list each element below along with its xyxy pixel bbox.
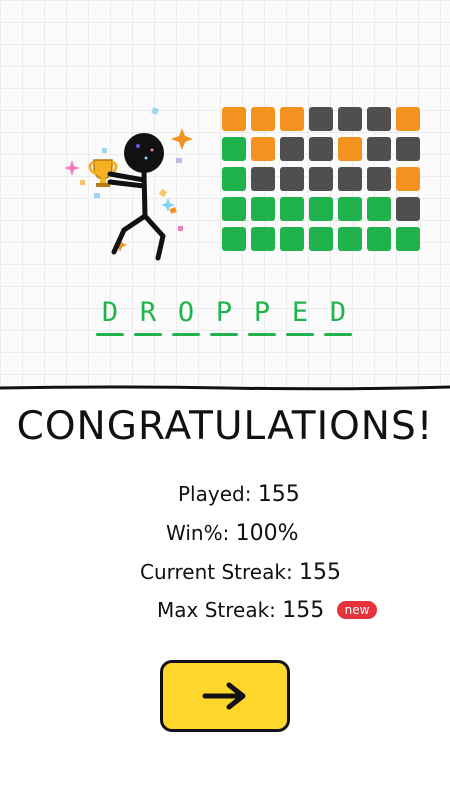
win-percent-label: Win%: — [166, 521, 230, 545]
grid-cell-orange — [338, 137, 362, 161]
grid-cell-dark — [367, 107, 391, 131]
current-streak-label: Current Streak: — [140, 560, 293, 584]
grid-cell-orange — [396, 167, 420, 191]
congratulations-title: CONGRATULATIONS! — [16, 404, 434, 449]
win-percent-stat: Win%: 100% — [166, 521, 299, 546]
grid-cell-orange — [222, 107, 246, 131]
grid-cell-dark — [309, 137, 333, 161]
answer-word: DROPPED — [96, 298, 352, 336]
answer-letter: R — [134, 298, 162, 336]
answer-letter: P — [248, 298, 276, 336]
current-streak-value: 155 — [299, 560, 342, 585]
played-label: Played: — [178, 482, 252, 506]
answer-letter: O — [172, 298, 200, 336]
grid-cell-orange — [251, 137, 275, 161]
max-streak-stat: Max Streak: 155 new — [157, 598, 378, 623]
grid-cell-dark — [251, 167, 275, 191]
grid-cell-green — [309, 197, 333, 221]
grid-cell-green — [338, 227, 362, 251]
grid-cell-dark — [367, 137, 391, 161]
grid-cell-dark — [396, 137, 420, 161]
answer-letter: D — [324, 298, 352, 336]
grid-cell-green — [396, 227, 420, 251]
arrow-right-icon — [202, 682, 246, 710]
grid-cell-green — [222, 197, 246, 221]
grid-cell-green — [280, 227, 304, 251]
current-streak-stat: Current Streak: 155 — [140, 560, 341, 585]
grid-cell-green — [367, 227, 391, 251]
played-value: 155 — [257, 482, 300, 507]
grid-cell-green — [367, 197, 391, 221]
grid-cell-dark — [280, 167, 304, 191]
grid-cell-green — [338, 197, 362, 221]
answer-letter: E — [286, 298, 314, 336]
next-button[interactable] — [160, 660, 290, 732]
game-board-area: DROPPED — [0, 0, 450, 388]
grid-cell-green — [251, 227, 275, 251]
grid-cell-dark — [396, 197, 420, 221]
win-percent-value: 100% — [235, 521, 299, 546]
max-streak-label: Max Streak: — [157, 598, 276, 622]
grid-cell-dark — [367, 167, 391, 191]
answer-letter: D — [96, 298, 124, 336]
grid-cell-green — [251, 197, 275, 221]
max-streak-value: 155 — [282, 598, 325, 623]
answer-letter: P — [210, 298, 238, 336]
grid-cell-green — [222, 137, 246, 161]
grid-cell-dark — [338, 167, 362, 191]
grid-cell-green — [309, 227, 333, 251]
grid-cell-dark — [309, 107, 333, 131]
grid-cell-dark — [280, 137, 304, 161]
new-record-badge: new — [336, 600, 378, 619]
guess-grid — [222, 107, 420, 251]
grid-cell-green — [222, 167, 246, 191]
trophy-stick-figure-illustration — [64, 107, 193, 261]
played-stat: Played: 155 — [178, 482, 300, 507]
grid-cell-green — [222, 227, 246, 251]
grid-cell-green — [280, 197, 304, 221]
grid-cell-orange — [396, 107, 420, 131]
grid-cell-orange — [251, 107, 275, 131]
grid-cell-dark — [309, 167, 333, 191]
grid-cell-orange — [280, 107, 304, 131]
section-divider — [0, 385, 450, 391]
grid-cell-dark — [338, 107, 362, 131]
